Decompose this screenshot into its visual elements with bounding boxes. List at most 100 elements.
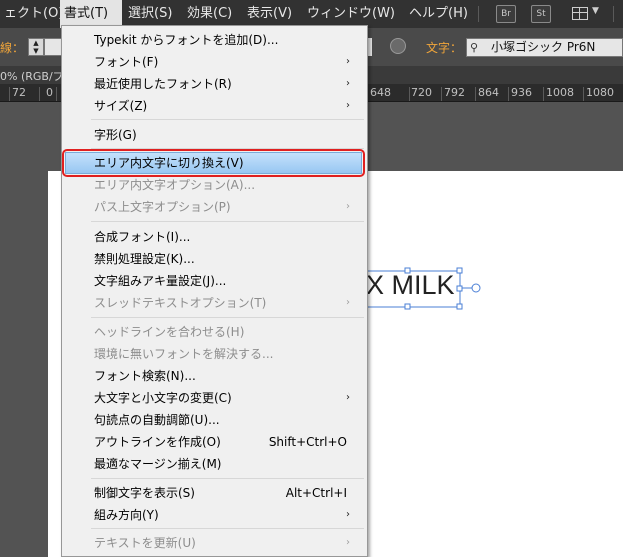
menu-item-label: スレッドテキストオプション(T) bbox=[94, 296, 267, 310]
font-family-input[interactable]: ⚲ 小塚ゴシック Pr6N bbox=[466, 38, 623, 57]
menu-item-label: テキストを更新(U) bbox=[94, 536, 196, 550]
ruler-tick bbox=[543, 87, 544, 101]
menu-item-label: サイズ(Z) bbox=[94, 99, 148, 113]
ruler-number: 936 bbox=[511, 86, 532, 99]
menu-item-label: エリア内文字に切り換え(V) bbox=[94, 156, 244, 170]
ruler-tick bbox=[475, 87, 476, 101]
chevron-down-icon[interactable]: ▼ bbox=[592, 6, 599, 16]
stroke-stepper[interactable]: ▲ ▼ bbox=[28, 38, 44, 56]
submenu-arrow-icon: › bbox=[346, 392, 350, 403]
menu-item-label: ヘッドラインを合わせる(H) bbox=[94, 325, 245, 339]
submenu-arrow-icon: › bbox=[346, 201, 350, 212]
ruler-tick bbox=[56, 87, 57, 101]
submenu-arrow-icon: › bbox=[346, 509, 350, 520]
menu-item: ヘッドラインを合わせる(H) bbox=[62, 321, 367, 343]
submenu-arrow-icon: › bbox=[346, 100, 350, 111]
menubar-divider bbox=[478, 6, 479, 22]
menu-item[interactable]: 禁則処理設定(K)... bbox=[62, 248, 367, 270]
menu-type[interactable]: 書式(T) bbox=[60, 0, 122, 28]
workspace-layout-icon[interactable] bbox=[572, 7, 588, 20]
stroke-weight-input[interactable] bbox=[44, 38, 62, 56]
menu-item-label: エリア内文字オプション(A)... bbox=[94, 178, 256, 192]
menu-item[interactable]: 字形(G) bbox=[62, 124, 367, 146]
ruler-tick bbox=[441, 87, 442, 101]
ruler-tick bbox=[409, 87, 410, 101]
menu-item[interactable]: フォント(F) › bbox=[62, 51, 367, 73]
menu-effect[interactable]: 効果(C) bbox=[183, 0, 236, 28]
menu-item[interactable]: 句読点の自動調節(U)... bbox=[62, 409, 367, 431]
menu-item-label: 合成フォント(I)... bbox=[94, 230, 191, 244]
submenu-arrow-icon: › bbox=[346, 297, 350, 308]
search-icon: ⚲ bbox=[470, 41, 479, 54]
ruler-number: 792 bbox=[444, 86, 465, 99]
menu-item-label: Typekit からフォントを追加(D)... bbox=[94, 33, 279, 47]
menu-item[interactable]: 組み方向(Y) › bbox=[62, 504, 367, 526]
menu-separator bbox=[91, 528, 364, 529]
ruler-number: 1008 bbox=[546, 86, 574, 99]
ruler-number: 1080 bbox=[586, 86, 614, 99]
menu-item-label: 最適なマージン揃え(M) bbox=[94, 457, 222, 471]
menu-item[interactable]: Typekit からフォントを追加(D)... bbox=[62, 29, 367, 51]
menu-item-label: 文字組みアキ量設定(J)... bbox=[94, 274, 227, 288]
menu-item: エリア内文字オプション(A)... bbox=[62, 174, 367, 196]
ruler-tick bbox=[583, 87, 584, 101]
menu-item-label: 環境に無いフォントを解決する... bbox=[94, 347, 274, 361]
menu-item-label: 組み方向(Y) bbox=[94, 508, 159, 522]
menu-item-label: 禁則処理設定(K)... bbox=[94, 252, 195, 266]
menu-item[interactable]: サイズ(Z) › bbox=[62, 95, 367, 117]
ruler-tick bbox=[9, 87, 10, 101]
menu-help[interactable]: ヘルプ(H) bbox=[405, 0, 472, 28]
menu-item-label: 最近使用したフォント(R) bbox=[94, 77, 232, 91]
menu-item[interactable]: 合成フォント(I)... bbox=[62, 226, 367, 248]
menu-item[interactable]: 最適なマージン揃え(M) bbox=[62, 453, 367, 475]
menu-window[interactable]: ウィンドウ(W) bbox=[303, 0, 399, 28]
menu-view[interactable]: 表示(V) bbox=[243, 0, 296, 28]
menu-item-label: フォント検索(N)... bbox=[94, 369, 196, 383]
menu-item[interactable]: 最近使用したフォント(R) › bbox=[62, 73, 367, 95]
menu-item: 環境に無いフォントを解決する... bbox=[62, 343, 367, 365]
ruler-tick bbox=[508, 87, 509, 101]
menu-item-label: アウトラインを作成(O) bbox=[94, 435, 221, 449]
menu-item: パス上文字オプション(P) › bbox=[62, 196, 367, 218]
text-frame[interactable]: X MILK bbox=[365, 267, 481, 310]
menu-separator bbox=[91, 317, 364, 318]
menu-item-shortcut: Alt+Ctrl+I bbox=[285, 486, 347, 500]
font-family-value: 小塚ゴシック Pr6N bbox=[491, 40, 596, 54]
menu-item[interactable]: エリア内文字に切り換え(V) bbox=[62, 149, 367, 177]
control-field-edge bbox=[368, 38, 372, 56]
menu-object[interactable]: ェクト(O) bbox=[0, 0, 67, 28]
menu-item-label: 句読点の自動調節(U)... bbox=[94, 413, 220, 427]
menu-item-label: パス上文字オプション(P) bbox=[94, 200, 231, 214]
stroke-label: 線： bbox=[0, 41, 25, 55]
menu-item[interactable]: フォント検索(N)... bbox=[62, 365, 367, 387]
stock-icon[interactable]: St bbox=[531, 5, 551, 23]
bridge-icon[interactable]: Br bbox=[496, 5, 516, 23]
globe-icon[interactable] bbox=[390, 38, 406, 54]
menu-select[interactable]: 選択(S) bbox=[124, 0, 176, 28]
menu-separator bbox=[91, 221, 364, 222]
ruler-number: 0 bbox=[46, 86, 53, 99]
menu-item-label: 制御文字を表示(S) bbox=[94, 486, 195, 500]
menu-item-label: 大文字と小文字の変更(C) bbox=[94, 391, 232, 405]
menu-item[interactable]: アウトラインを作成(O) Shift+Ctrl+O bbox=[62, 431, 367, 453]
ruler-number: 72 bbox=[12, 86, 26, 99]
menu-separator bbox=[91, 119, 364, 120]
ruler-number: 648 bbox=[370, 86, 391, 99]
menu-item[interactable]: 文字組みアキ量設定(J)... bbox=[62, 270, 367, 292]
menu-separator bbox=[91, 478, 364, 479]
menubar-divider-2 bbox=[613, 6, 614, 22]
menu-item: スレッドテキストオプション(T) › bbox=[62, 292, 367, 314]
canvas-text[interactable]: X MILK bbox=[366, 270, 455, 301]
ruler-tick bbox=[39, 87, 40, 101]
submenu-arrow-icon: › bbox=[346, 78, 350, 89]
ruler-number: 864 bbox=[478, 86, 499, 99]
document-tab[interactable]: 0% (RGB/プ bbox=[0, 68, 64, 84]
menu-item: テキストを更新(U) › bbox=[62, 532, 367, 554]
menu-item-label: フォント(F) bbox=[94, 55, 159, 69]
menu-item[interactable]: 大文字と小文字の変更(C) › bbox=[62, 387, 367, 409]
character-label: 文字： bbox=[426, 41, 463, 55]
submenu-arrow-icon: › bbox=[346, 537, 350, 548]
menu-item-shortcut: Shift+Ctrl+O bbox=[268, 435, 347, 449]
ruler-number: 720 bbox=[411, 86, 432, 99]
menu-item[interactable]: 制御文字を表示(S) Alt+Ctrl+I bbox=[62, 482, 367, 504]
